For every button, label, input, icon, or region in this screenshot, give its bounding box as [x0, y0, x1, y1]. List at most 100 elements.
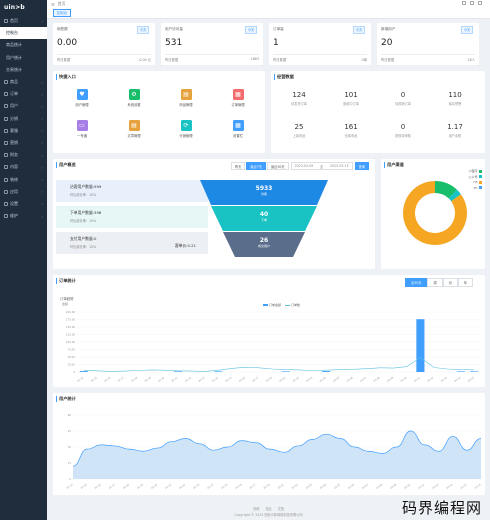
quick-entry-item[interactable]: ▭ 一号通 [70, 120, 94, 138]
x-tick-label: 03-12 [427, 376, 435, 383]
channel-legend-item[interactable]: 公众号 [468, 175, 482, 179]
footer-link[interactable]: 官网 [253, 507, 259, 511]
sidebar-item[interactable]: 控制台 [0, 27, 47, 40]
app-logo[interactable]: uin>b [0, 0, 47, 15]
funnel-stage-label: 5933 访客 [234, 185, 294, 196]
business-metric[interactable]: 25 上架商品 [273, 123, 325, 138]
sidebar-item[interactable]: 商品统计 [0, 39, 47, 51]
x-tick-label: 02-21 [171, 376, 179, 383]
sidebar-item-label: 用户 [10, 103, 18, 109]
business-metric[interactable]: 1.17 用户余额 [429, 123, 481, 138]
channel-legend-label: PC [473, 185, 478, 190]
quick-entry-item[interactable]: ⚙ 系统设置 [122, 89, 146, 107]
sidebar-item[interactable]: 装修 › [0, 173, 47, 185]
x-tick-label: 02-23 [198, 376, 206, 383]
menu-icon [4, 165, 8, 170]
sidebar-item-label: 营销 [10, 139, 18, 145]
user-stats-card: 用户统计 60 45 30 15 0 02-14 02-15 02-16 02-17 02-18 0… [53, 393, 485, 495]
menu-toggle-icon[interactable]: ☰ [51, 2, 55, 7]
metric-value: 0 [400, 123, 406, 131]
metric-value: 124 [292, 91, 306, 99]
business-metric[interactable]: 101 退款中订单 [325, 91, 377, 106]
metric-value: 25 [294, 123, 304, 131]
sidebar-item-label: 交易统计 [6, 66, 22, 72]
metric-label: 待发货订单 [291, 102, 307, 106]
stat-card: 用户访问量 今天 531 昨日数据 1683 [161, 23, 263, 65]
tag-dashboard[interactable]: 控制台 [53, 8, 71, 18]
chevron-icon: › [41, 152, 43, 158]
business-metric[interactable]: 161 仓库商品 [325, 123, 377, 138]
sidebar-item[interactable]: 客服 › [0, 125, 47, 137]
sidebar-item[interactable]: 用户 › [0, 100, 47, 112]
sidebar-item-label: 客服 [10, 127, 18, 133]
sidebar-item[interactable]: 内容 › [0, 161, 47, 173]
stat-value: 1 [273, 38, 279, 48]
y-tick-label: 50.00 [68, 355, 76, 359]
x-tick-label: 02-24 [212, 376, 220, 383]
x-tick-label: 03-02 [292, 376, 300, 383]
quick-entry-icon: ♥ [76, 89, 88, 100]
sidebar-item-label: 装修 [10, 176, 18, 182]
metric-label: 用户余额 [448, 134, 462, 138]
quick-entry-item[interactable]: ⟳ 分销管理 [174, 120, 198, 138]
funnel-stage-caption: 下单 [260, 218, 267, 222]
breadcrumb[interactable]: 首页 [58, 1, 66, 7]
quick-entry-item[interactable]: ♥ 用户管理 [70, 89, 94, 107]
footer-link[interactable]: 文档 [278, 507, 284, 511]
metric-value: 0 [400, 91, 406, 99]
quick-entry-item[interactable]: ▦ 订单管理 [226, 89, 250, 107]
x-tick-label: 03-15 [467, 376, 475, 383]
chevron-icon: › [41, 189, 43, 195]
x-tick-label: 02-22 [185, 376, 193, 383]
quick-entry-item[interactable]: ▤ 商品管理 [174, 89, 198, 107]
x-tick-label: 03-09 [387, 376, 395, 383]
sidebar-item[interactable]: 用户统计 [0, 52, 47, 64]
quick-entry-icon: ▤ [128, 120, 140, 131]
search-icon[interactable] [462, 1, 466, 5]
notification-icon[interactable] [478, 1, 482, 5]
channel-legend-swatch [479, 175, 482, 178]
chevron-icon: › [41, 79, 43, 85]
sidebar-item[interactable]: 应用 › [0, 186, 47, 198]
business-metric[interactable]: 0 提现待审核 [377, 123, 429, 138]
sidebar-item[interactable]: 订单 › [0, 88, 47, 100]
channel-legend-item[interactable]: H5 [468, 180, 482, 184]
stat-period-badge: 今天 [461, 26, 473, 34]
stat-foot-label: 昨日数据 [165, 58, 179, 62]
x-tick-label: 03-01 [279, 376, 287, 383]
sidebar-item[interactable]: 财务 › [0, 149, 47, 161]
chevron-icon: › [41, 103, 43, 109]
x-tick-label: 03-06 [346, 376, 354, 383]
x-tick-label: 02-26 [235, 483, 243, 490]
sidebar-item[interactable]: 设置 › [0, 198, 47, 210]
y-tick-label: 45 [68, 429, 72, 433]
channel-legend-swatch [479, 180, 482, 184]
channel-legend-item[interactable]: 小程序 [468, 169, 482, 173]
x-tick-label: 02-14 [77, 376, 85, 383]
footer-link[interactable]: 社区 [265, 507, 271, 511]
sidebar-item[interactable]: 首页 › [0, 15, 47, 27]
sidebar-item[interactable]: 分销 › [0, 113, 47, 125]
quick-entry-icon: ▦ [232, 120, 244, 131]
sidebar-item[interactable]: 商品 › [0, 76, 47, 88]
business-metric[interactable]: 124 待发货订单 [273, 91, 325, 106]
quick-entry-item[interactable]: ▦ 设置栏 [226, 120, 250, 138]
channel-legend-item[interactable]: PC [468, 186, 482, 190]
quick-entry-label: 订单管理 [231, 103, 245, 107]
x-tick-label: 02-21 [165, 483, 173, 490]
x-tick-label: 03-09 [390, 483, 398, 490]
business-metric[interactable]: 0 待核销订单 [377, 91, 429, 106]
sidebar-item[interactable]: 维护 › [0, 210, 47, 222]
quick-entry-item[interactable]: ▤ 文章管理 [122, 120, 146, 138]
sidebar-item[interactable]: 交易统计 [0, 64, 47, 76]
y-tick-label: 175.00 [66, 318, 75, 322]
quick-entry-label: 商品管理 [179, 103, 193, 107]
x-tick-label: 03-08 [373, 376, 381, 383]
metric-label: 提现待审核 [395, 134, 411, 138]
business-metric[interactable]: 110 库存预警 [429, 91, 481, 106]
watermark: 码界编程网 [401, 499, 482, 517]
sidebar-item[interactable]: 营销 › [0, 137, 47, 149]
fullscreen-icon[interactable] [470, 1, 474, 5]
stat-foot-label: 昨日数据 [273, 58, 287, 62]
y-tick-label: 0 [69, 477, 71, 481]
